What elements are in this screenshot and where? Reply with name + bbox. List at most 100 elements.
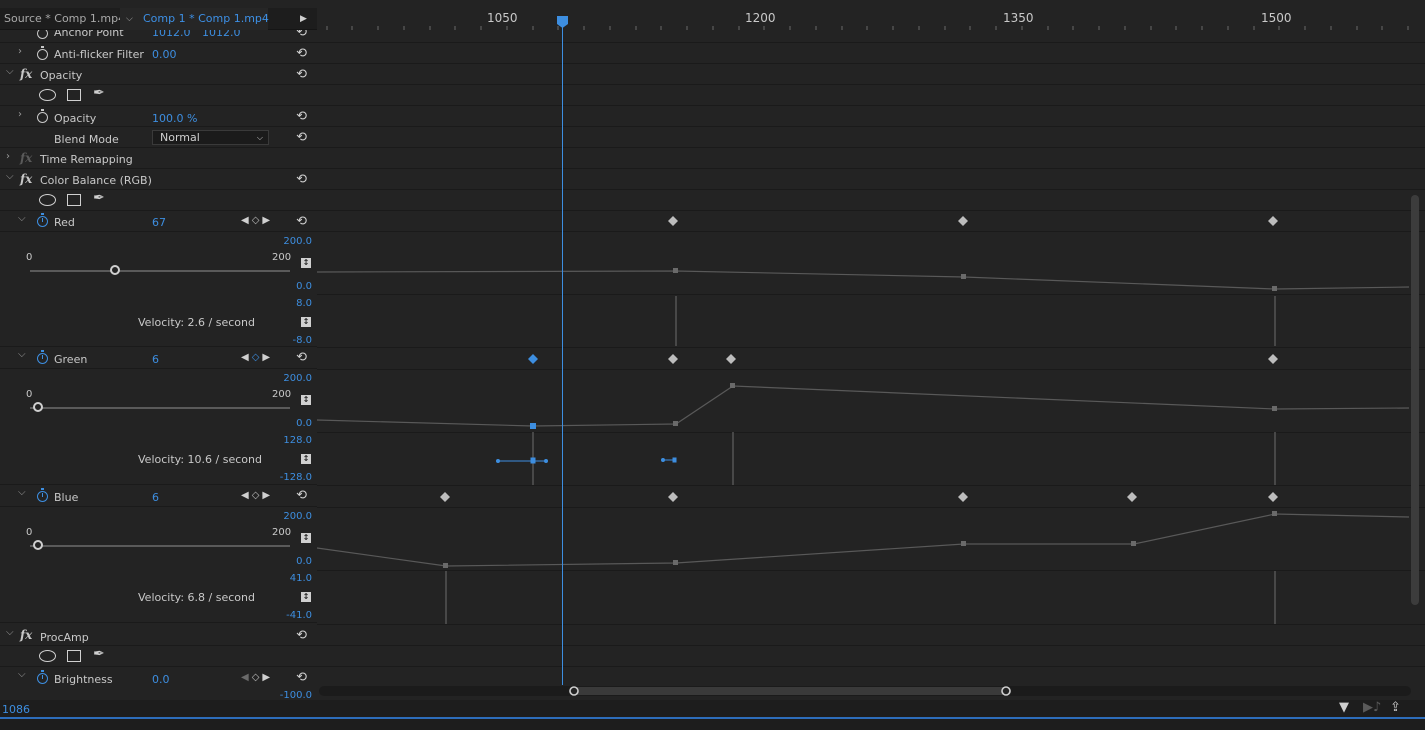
scale-toggle-icon[interactable]: ↕ bbox=[301, 533, 311, 543]
blend-mode-select[interactable]: Normal ⌵ bbox=[152, 130, 269, 145]
add-keyframe-icon[interactable]: ◇ bbox=[252, 352, 263, 363]
blue-slider-track[interactable] bbox=[30, 545, 290, 547]
red-value[interactable]: 67 bbox=[152, 216, 166, 229]
collapse-arrow-icon[interactable]: ⌵ bbox=[6, 627, 14, 638]
green-slider-knob[interactable] bbox=[32, 402, 43, 412]
pen-mask-icon[interactable]: ✒ bbox=[93, 646, 105, 662]
expand-arrow-icon[interactable]: › bbox=[18, 109, 22, 120]
reset-icon[interactable]: ⟲ bbox=[296, 214, 307, 229]
stopwatch-icon[interactable] bbox=[37, 109, 48, 123]
reset-icon[interactable]: ⟲ bbox=[296, 130, 307, 145]
prev-keyframe-icon[interactable]: ◀ bbox=[241, 490, 252, 501]
stopwatch-icon[interactable] bbox=[37, 350, 48, 364]
zoom-scrollbar[interactable] bbox=[319, 686, 1411, 696]
next-keyframe-icon[interactable]: ▶ bbox=[262, 672, 273, 683]
opacity-value[interactable]: 100.0 % bbox=[152, 112, 197, 125]
ellipse-mask-icon[interactable] bbox=[39, 89, 56, 101]
export-icon[interactable]: ⇪ bbox=[1390, 700, 1401, 715]
expand-arrow-icon[interactable]: › bbox=[6, 151, 10, 162]
red-slider-knob[interactable] bbox=[110, 265, 121, 275]
fx-icon[interactable]: fx bbox=[20, 67, 32, 81]
tab-source[interactable]: Source * Comp 1.mp4 bbox=[4, 8, 125, 30]
stopwatch-icon[interactable] bbox=[37, 488, 48, 502]
vertical-scrollbar[interactable] bbox=[1411, 195, 1419, 605]
scale-toggle-icon[interactable]: ↕ bbox=[301, 454, 311, 464]
playhead[interactable] bbox=[557, 16, 568, 685]
collapse-arrow-icon[interactable]: ⌵ bbox=[6, 171, 14, 182]
reset-icon[interactable]: ⟲ bbox=[296, 67, 307, 82]
collapse-arrow-icon[interactable]: ⌵ bbox=[18, 213, 26, 224]
red-curve-points[interactable] bbox=[673, 268, 1277, 291]
keyframe-timeline[interactable]: 1050 1200 1350 1500 bbox=[317, 0, 1425, 700]
scale-toggle-icon[interactable]: ↕ bbox=[301, 395, 311, 405]
green-slider-track[interactable] bbox=[30, 407, 290, 409]
fx-icon[interactable]: fx bbox=[20, 172, 32, 186]
ellipse-mask-icon[interactable] bbox=[39, 194, 56, 206]
reset-icon[interactable]: ⟲ bbox=[296, 670, 307, 685]
blue-curve-points[interactable] bbox=[443, 511, 1277, 568]
scale-toggle-icon[interactable]: ↕ bbox=[301, 258, 311, 268]
red-value-curve[interactable] bbox=[317, 270, 1410, 290]
ellipse-mask-icon[interactable] bbox=[39, 650, 56, 662]
prev-keyframe-icon[interactable]: ◀ bbox=[241, 352, 252, 363]
anchor-x-value[interactable]: 1012.0 bbox=[152, 30, 191, 39]
reset-icon[interactable]: ⟲ bbox=[296, 46, 307, 61]
green-selected-point[interactable] bbox=[530, 423, 536, 429]
stopwatch-icon[interactable] bbox=[37, 46, 48, 60]
red-slider-track[interactable] bbox=[30, 270, 290, 272]
chevron-right-icon[interactable]: ▶ bbox=[300, 8, 307, 30]
reset-icon[interactable]: ⟲ bbox=[296, 109, 307, 124]
blue-keyframes[interactable] bbox=[440, 492, 1278, 502]
tab-comp[interactable]: ⌵ Comp 1 * Comp 1.mp4 bbox=[120, 8, 269, 30]
add-keyframe-icon[interactable]: ◇ bbox=[252, 672, 263, 683]
green-value-curve[interactable] bbox=[317, 385, 1410, 427]
stopwatch-icon[interactable] bbox=[37, 213, 48, 227]
green-velocity-lines bbox=[532, 432, 1276, 485]
chevron-down-icon[interactable]: ⌵ bbox=[126, 8, 133, 30]
red-keyframes[interactable] bbox=[668, 216, 1278, 226]
stopwatch-icon[interactable] bbox=[37, 30, 48, 39]
rectangle-mask-icon[interactable] bbox=[67, 650, 81, 662]
reset-icon[interactable]: ⟲ bbox=[296, 628, 307, 643]
reset-icon[interactable]: ⟲ bbox=[296, 488, 307, 503]
blue-value-curve[interactable] bbox=[317, 513, 1410, 567]
expand-arrow-icon[interactable]: › bbox=[18, 46, 22, 57]
reset-icon[interactable]: ⟲ bbox=[296, 30, 307, 40]
add-keyframe-icon[interactable]: ◇ bbox=[252, 490, 263, 501]
scale-toggle-icon[interactable]: ↕ bbox=[301, 592, 311, 602]
fx-icon[interactable]: fx bbox=[20, 151, 32, 165]
reset-icon[interactable]: ⟲ bbox=[296, 172, 307, 187]
blue-slider-knob[interactable] bbox=[32, 540, 43, 550]
prev-keyframe-icon[interactable]: ◀ bbox=[241, 672, 252, 683]
stopwatch-icon[interactable] bbox=[37, 670, 48, 684]
next-keyframe-icon[interactable]: ▶ bbox=[262, 215, 273, 226]
pen-mask-icon[interactable]: ✒ bbox=[93, 85, 105, 101]
next-keyframe-icon[interactable]: ▶ bbox=[262, 352, 273, 363]
collapse-arrow-icon[interactable]: ⌵ bbox=[18, 487, 26, 498]
next-keyframe-icon[interactable]: ▶ bbox=[262, 490, 273, 501]
rectangle-mask-icon[interactable] bbox=[67, 194, 81, 206]
anchor-y-value[interactable]: 1012.0 bbox=[202, 30, 241, 39]
green-selected-keyframe[interactable] bbox=[528, 354, 538, 364]
reset-icon[interactable]: ⟲ bbox=[296, 350, 307, 365]
timeline-graph[interactable] bbox=[317, 0, 1425, 700]
anti-flicker-value[interactable]: 0.00 bbox=[152, 48, 177, 61]
brightness-value[interactable]: 0.0 bbox=[152, 673, 170, 686]
green-keyframes[interactable] bbox=[668, 354, 1278, 364]
play-audio-icon[interactable]: ▶♪ bbox=[1363, 700, 1381, 715]
green-value[interactable]: 6 bbox=[152, 353, 159, 366]
rectangle-mask-icon[interactable] bbox=[67, 89, 81, 101]
bezier-handles[interactable] bbox=[496, 457, 677, 464]
green-curve-points[interactable] bbox=[673, 383, 1277, 426]
blue-value[interactable]: 6 bbox=[152, 491, 159, 504]
filter-icon[interactable]: ▼ bbox=[1339, 700, 1349, 715]
collapse-arrow-icon[interactable]: ⌵ bbox=[18, 349, 26, 360]
fx-icon[interactable]: fx bbox=[20, 628, 32, 642]
add-keyframe-icon[interactable]: ◇ bbox=[252, 215, 263, 226]
collapse-arrow-icon[interactable]: ⌵ bbox=[18, 669, 26, 680]
prev-keyframe-icon[interactable]: ◀ bbox=[241, 215, 252, 226]
scale-toggle-icon[interactable]: ↕ bbox=[301, 317, 311, 327]
timecode[interactable]: 1086 bbox=[2, 703, 30, 716]
collapse-arrow-icon[interactable]: ⌵ bbox=[6, 66, 14, 77]
pen-mask-icon[interactable]: ✒ bbox=[93, 190, 105, 206]
